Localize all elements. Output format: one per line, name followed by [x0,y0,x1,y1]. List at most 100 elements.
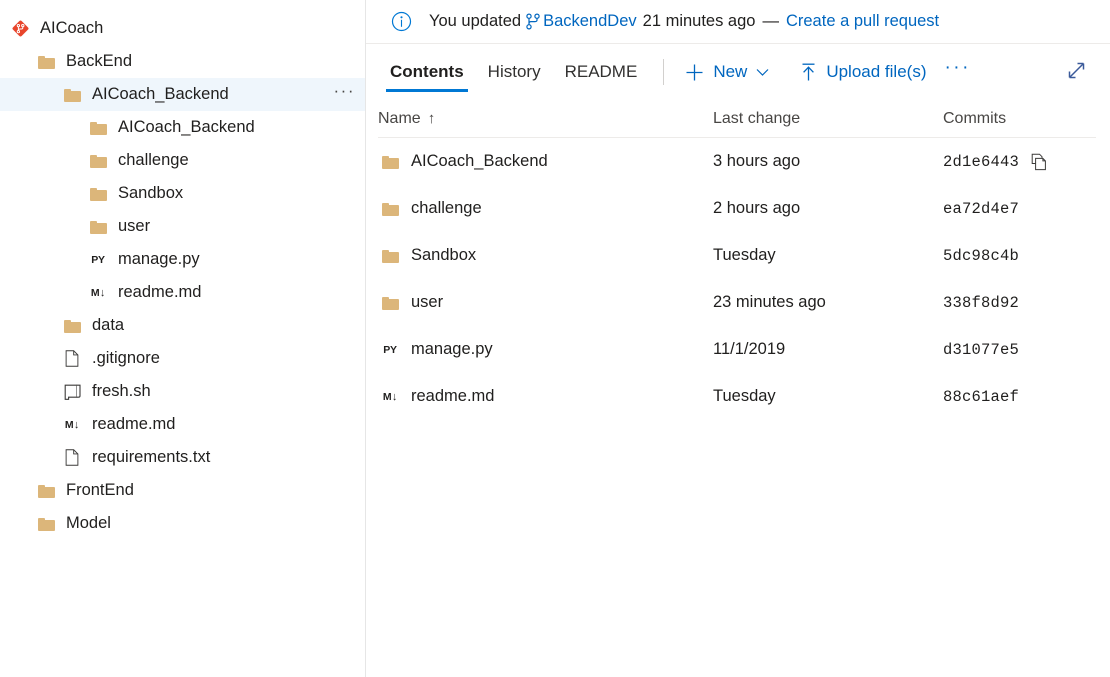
sidebar-item-label: .gitignore [92,349,160,368]
folder-icon [378,202,402,216]
folder-icon [378,249,402,263]
commit-hash[interactable]: 88c61aef [943,388,1019,406]
file-tree-sidebar[interactable]: AICoach BackEnd AICoach_Backend ··· AICoach_… [0,0,366,677]
cell-last-change: 11/1/2019 [713,340,786,358]
file-name-label: AICoach_Backend [411,152,548,170]
sidebar-item-challenge[interactable]: challenge [0,144,365,177]
upload-icon [799,62,818,83]
tab-readme[interactable]: README [553,44,650,100]
python-file-icon: PY [383,343,397,356]
column-header-name[interactable]: Name ↑ [378,110,713,128]
tab-history[interactable]: History [476,44,553,100]
repo-toolbar: Contents History README New Upload file(… [366,44,1110,100]
folder-icon [60,85,84,105]
cell-name[interactable]: challenge [378,199,713,218]
table-header-row: Name ↑ Last change Commits [378,100,1096,138]
commit-hash[interactable]: ea72d4e7 [943,200,1019,218]
upload-files-button[interactable]: Upload file(s) [791,54,934,90]
cell-commit: d31077e5 [943,341,1096,359]
banner-prefix: You updated [429,12,522,30]
more-actions-button[interactable]: ··· [934,59,980,81]
folder-icon [34,52,58,72]
table-row[interactable]: M ↓ readme.md Tuesday 88c61aef [378,373,1096,420]
table-row[interactable]: PY manage.py 11/1/2019 d31077e5 [378,326,1096,373]
azure-repos-files-view: AICoach BackEnd AICoach_Backend ··· AICoach_… [0,0,1110,677]
file-name-label: Sandbox [411,246,477,264]
cell-commit: 338f8d92 [943,294,1096,312]
sidebar-item-gitignore[interactable]: .gitignore [0,342,365,375]
folder-icon [86,217,110,237]
column-header-last-change[interactable]: Last change [713,110,943,128]
sidebar-item-frontend[interactable]: FrontEnd [0,474,365,507]
plus-icon [684,62,705,83]
file-name-label: manage.py [411,340,493,358]
file-table: Name ↑ Last change Commits AICoach_Backe… [366,100,1096,420]
sidebar-item-aicoach-backend[interactable]: AICoach_Backend ··· [0,78,365,111]
sort-ascending-icon: ↑ [427,110,436,127]
commit-hash[interactable]: 2d1e6443 [943,153,1019,171]
sidebar-item-label: AICoach_Backend [118,118,255,137]
create-pull-request-link[interactable]: Create a pull request [786,12,939,31]
cell-last-change: 2 hours ago [713,199,801,217]
file-name-label: readme.md [411,387,495,405]
cell-name[interactable]: M ↓ readme.md [378,387,713,406]
toolbar-divider [663,59,665,85]
sidebar-item-model[interactable]: Model [0,507,365,540]
sidebar-item-data[interactable]: data [0,309,365,342]
sidebar-item-label: requirements.txt [92,448,211,467]
column-header-commits[interactable]: Commits [943,110,1096,128]
sidebar-item-manage-py[interactable]: PY manage.py [0,243,365,276]
table-row[interactable]: AICoach_Backend 3 hours ago 2d1e6443 [378,138,1096,185]
cell-last-change: Tuesday [713,387,776,405]
branch-link[interactable]: BackendDev [543,12,637,31]
tab-label: README [564,62,638,81]
sidebar-item-backend[interactable]: BackEnd [0,45,365,78]
cell-commit: 5dc98c4b [943,247,1096,265]
banner-time: 21 minutes ago [642,12,756,30]
folder-icon [378,296,402,310]
python-file-icon: PY [91,253,105,266]
table-row[interactable]: challenge 2 hours ago ea72d4e7 [378,185,1096,232]
cell-commit: ea72d4e7 [943,200,1096,218]
sidebar-item-readme-md[interactable]: M ↓ readme.md [0,276,365,309]
cell-name[interactable]: Sandbox [378,246,713,265]
sidebar-item-label: data [92,316,125,335]
cell-last-change: Tuesday [713,246,776,264]
shell-file-icon [60,382,84,402]
cell-name[interactable]: PY manage.py [378,340,713,359]
commit-hash[interactable]: d31077e5 [943,341,1019,359]
new-button[interactable]: New [676,54,777,90]
column-header-name-label: Name [378,109,421,127]
new-button-label: New [713,62,748,81]
sidebar-item-more-button[interactable]: ··· [334,82,355,102]
sidebar-item-label: AICoach [40,19,104,38]
table-row[interactable]: Sandbox Tuesday 5dc98c4b [378,232,1096,279]
sidebar-item-aicoach-backend[interactable]: AICoach_Backend [0,111,365,144]
commit-hash[interactable]: 5dc98c4b [943,247,1019,265]
file-icon [60,349,84,369]
sidebar-item-aicoach[interactable]: AICoach [0,12,365,45]
table-row[interactable]: user 23 minutes ago 338f8d92 [378,279,1096,326]
sidebar-item-requirements-txt[interactable]: requirements.txt [0,441,365,474]
expand-diagonal-icon[interactable] [1063,57,1090,84]
folder-icon [86,118,110,138]
cell-name[interactable]: user [378,293,713,312]
cell-name[interactable]: AICoach_Backend [378,152,713,171]
sidebar-item-user[interactable]: user [0,210,365,243]
cell-last-change: 3 hours ago [713,152,801,170]
sidebar-item-readme-md[interactable]: M ↓ readme.md [0,408,365,441]
upload-files-label: Upload file(s) [826,62,927,81]
chevron-down-icon[interactable] [756,68,769,77]
folder-icon [86,151,110,171]
tab-contents[interactable]: Contents [378,44,476,100]
sidebar-item-sandbox[interactable]: Sandbox [0,177,365,210]
copy-icon[interactable] [1031,153,1048,171]
sidebar-item-label: readme.md [92,415,176,434]
sidebar-item-label: user [118,217,151,236]
folder-icon [86,184,110,204]
folder-icon [60,316,84,336]
sidebar-item-fresh-sh[interactable]: fresh.sh [0,375,365,408]
commit-hash[interactable]: 338f8d92 [943,294,1019,312]
sidebar-item-label: manage.py [118,250,200,269]
folder-icon [34,514,58,534]
